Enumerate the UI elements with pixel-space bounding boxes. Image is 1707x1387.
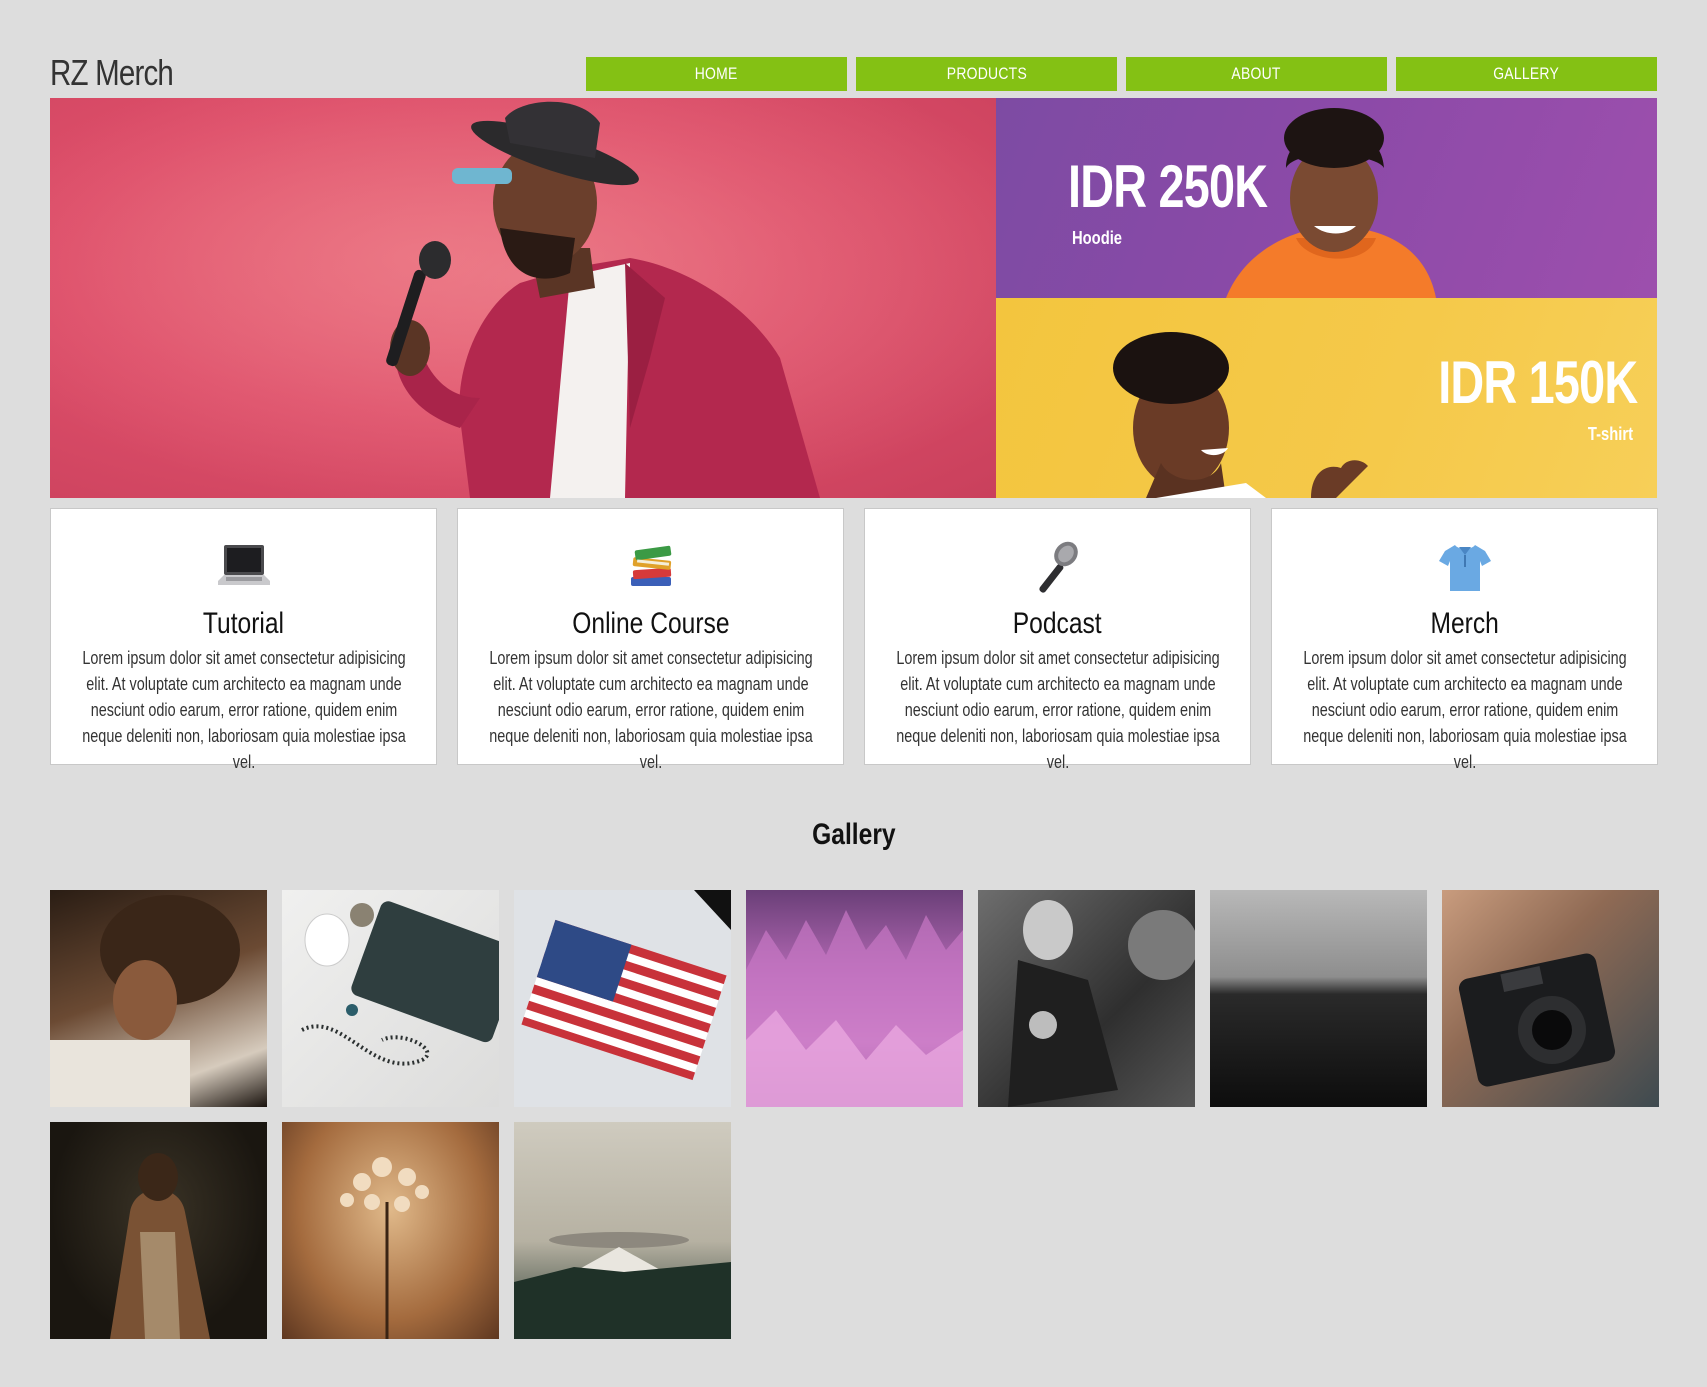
feature-cards: Tutorial Lorem ipsum dolor sit amet cons… xyxy=(50,508,1658,772)
hero: IDR 250K Hoodie IDR 150K T-shirt xyxy=(50,98,1657,498)
main-nav: HOME PRODUCTS ABOUT GALLERY xyxy=(586,57,1657,91)
feature-description: Lorem ipsum dolor sit amet consectetur a… xyxy=(82,648,406,772)
shirt-icon xyxy=(1272,539,1657,599)
gallery-image-holga-camera[interactable] xyxy=(1442,890,1659,1107)
nav-gallery-label: GALLERY xyxy=(1493,64,1560,83)
microphone-icon xyxy=(865,539,1250,599)
laptop-icon xyxy=(51,539,436,599)
singer-illustration xyxy=(50,98,996,498)
feature-title: Merch xyxy=(1430,607,1499,640)
feature-description: Lorem ipsum dolor sit amet consectetur a… xyxy=(1303,648,1627,772)
gallery-image-dry-flower[interactable] xyxy=(282,1122,499,1339)
brand-logo[interactable]: RZ Merch xyxy=(50,52,174,94)
gallery-image-mountain[interactable] xyxy=(514,1122,731,1339)
gallery-heading-text: Gallery xyxy=(811,818,896,851)
feature-title: Online Course xyxy=(571,607,730,640)
feature-title: Tutorial xyxy=(202,607,285,640)
nav-home[interactable]: HOME xyxy=(586,57,847,91)
nav-about-label: ABOUT xyxy=(1231,64,1282,83)
hoodie-price: IDR 250K xyxy=(1068,153,1268,220)
tshirt-label: T-shirt xyxy=(1587,424,1633,444)
feature-description: Lorem ipsum dolor sit amet consectetur a… xyxy=(489,648,813,772)
gallery-heading: Gallery xyxy=(0,818,1707,852)
gallery-image-sea-horizon[interactable] xyxy=(1210,890,1427,1107)
hoodie-label: Hoodie xyxy=(1072,228,1123,248)
nav-products-label: PRODUCTS xyxy=(946,64,1027,83)
feature-card-merch[interactable]: Merch Lorem ipsum dolor sit amet consect… xyxy=(1271,508,1658,772)
hoodie-offer[interactable]: IDR 250K Hoodie xyxy=(996,98,1657,298)
page: RZ Merch HOME PRODUCTS ABOUT GALLERY IDR… xyxy=(0,0,1707,1387)
feature-title: Podcast xyxy=(1013,607,1102,640)
nav-home-label: HOME xyxy=(695,64,738,83)
hero-singer-photo xyxy=(50,98,996,498)
tshirt-price: IDR 150K xyxy=(1437,349,1638,416)
nav-gallery[interactable]: GALLERY xyxy=(1396,57,1657,91)
nav-products[interactable]: PRODUCTS xyxy=(856,57,1117,91)
feature-card-tutorial[interactable]: Tutorial Lorem ipsum dolor sit amet cons… xyxy=(50,508,437,772)
feature-card-online-course[interactable]: Online Course Lorem ipsum dolor sit amet… xyxy=(457,508,844,772)
gallery-image-flag[interactable] xyxy=(514,890,731,1107)
nav-about[interactable]: ABOUT xyxy=(1126,57,1387,91)
gallery-image-desk-tablet[interactable] xyxy=(282,890,499,1107)
gallery-image-woman-curly-hair[interactable] xyxy=(50,890,267,1107)
gallery-image-woman-scarf[interactable] xyxy=(50,1122,267,1339)
feature-description: Lorem ipsum dolor sit amet consectetur a… xyxy=(896,648,1220,772)
feature-card-podcast[interactable]: Podcast Lorem ipsum dolor sit amet conse… xyxy=(864,508,1251,772)
gallery-image-abstract-pink[interactable] xyxy=(746,890,963,1107)
books-icon xyxy=(458,539,843,599)
tshirt-offer[interactable]: IDR 150K T-shirt xyxy=(996,298,1657,498)
gallery-image-woman-bw[interactable] xyxy=(978,890,1195,1107)
